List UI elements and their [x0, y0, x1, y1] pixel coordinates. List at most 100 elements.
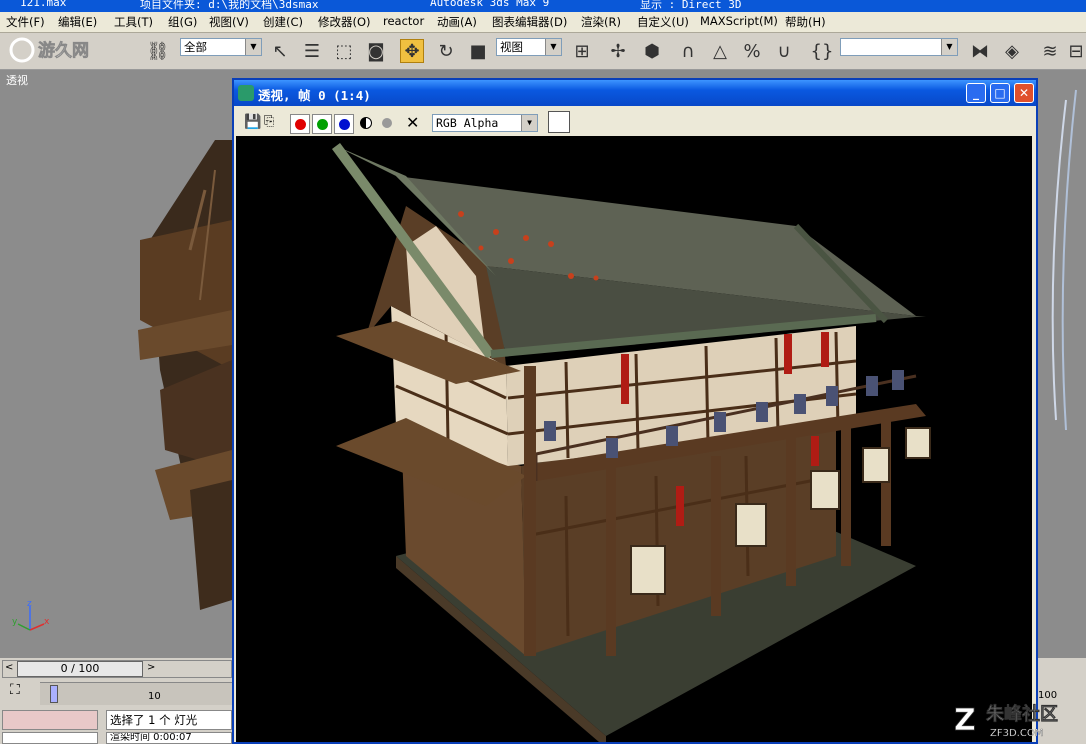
named-selection-dropdown[interactable]: ▼ [840, 38, 958, 56]
reference-coord-value: 视图 [500, 40, 523, 54]
rendered-image [236, 136, 1032, 742]
red-channel-icon [294, 118, 306, 130]
keyboard-shortcut-icon[interactable]: ⬢ [640, 39, 664, 63]
select-scale-icon[interactable]: ■ [466, 39, 490, 63]
minimize-icon[interactable]: _ [966, 83, 986, 103]
maxscript-listener-mini[interactable] [2, 710, 98, 730]
select-move-icon[interactable]: ✥ [400, 39, 424, 63]
alpha-channel-icon[interactable] [360, 117, 372, 129]
command-panel-edge [1036, 70, 1086, 658]
menu-customize[interactable]: 自定义(U) [637, 14, 689, 30]
monochrome-icon[interactable] [382, 118, 392, 128]
axis-tripod-icon: z x y [12, 599, 50, 631]
status-selection: 选择了 1 个 灯光 [106, 710, 232, 730]
zf3d-logo-icon: Z 朱峰社区 ZF3D.COM [954, 703, 1059, 740]
svg-text:y: y [12, 617, 18, 627]
align-icon[interactable]: ◈ [1000, 39, 1024, 63]
menu-create[interactable]: 创建(C) [263, 14, 303, 30]
app-titlebar: 121.max 项目文件夹: d:\我的文档\3dsmax Autodesk 3… [0, 0, 1086, 12]
maximize-icon[interactable]: □ [990, 83, 1010, 103]
menu-animation[interactable]: 动画(A) [437, 14, 477, 30]
mirror-icon[interactable]: ⧓ [968, 39, 992, 63]
maxscript-input[interactable] [2, 732, 98, 744]
menu-modifiers[interactable]: 修改器(O) [318, 14, 371, 30]
svg-text:Z: Z [954, 703, 976, 738]
menu-views[interactable]: 视图(V) [209, 14, 249, 30]
green-channel-icon [316, 118, 328, 130]
pivot-center-icon[interactable]: ⊞ [570, 39, 594, 63]
percent-snap-icon[interactable]: % [740, 39, 764, 63]
menu-reactor[interactable]: reactor [383, 14, 424, 28]
green-channel-toggle[interactable] [312, 114, 332, 134]
render-window-title: 透视, 帧 0 (1:4) [258, 88, 371, 103]
named-selection-icon[interactable]: {} [810, 39, 834, 63]
track-bar-toggle-icon[interactable]: ⛶ [10, 682, 20, 698]
time-slider-thumb[interactable] [50, 685, 58, 703]
menu-file[interactable]: 文件(F) [6, 14, 45, 30]
render-window-icon [238, 85, 254, 101]
blue-channel-icon [338, 118, 350, 130]
select-object-icon[interactable]: ↖ [268, 39, 292, 63]
dropdown-arrow-icon: ▼ [545, 39, 561, 55]
viewport-label[interactable]: 透视 [6, 72, 28, 88]
menu-group[interactable]: 组(G) [168, 14, 197, 30]
snap-3d-icon[interactable]: ∩ [676, 39, 700, 63]
axis-gizmo: z x y [10, 598, 56, 638]
layer-manager-icon[interactable]: ≋ [1038, 39, 1062, 63]
zf3d-watermark: Z 朱峰社区 ZF3D.COM [952, 700, 1082, 740]
reference-coord-dropdown[interactable]: 视图 ▼ [496, 38, 562, 56]
menu-tools[interactable]: 工具(T) [114, 14, 153, 30]
slider-next-icon[interactable]: > [147, 662, 155, 673]
frame-counter[interactable]: 0 / 100 [17, 661, 143, 677]
menu-rendering[interactable]: 渲染(R) [581, 14, 621, 30]
select-manipulate-icon[interactable]: ✢ [606, 39, 630, 63]
svg-text:朱峰社区: 朱峰社区 [986, 703, 1058, 725]
dropdown-arrow-icon: ▼ [245, 39, 261, 55]
rendered-frame-window[interactable]: 透视, 帧 0 (1:4) _ □ ✕ 💾 ⎘ ✕ RGB Alpha ▼ [232, 78, 1038, 744]
close-icon[interactable]: ✕ [1014, 83, 1034, 103]
menu-graph-editors[interactable]: 图表编辑器(D) [492, 14, 567, 30]
time-slider[interactable]: < 0 / 100 > [2, 660, 232, 678]
spinner-snap-icon[interactable]: ∪ [772, 39, 796, 63]
dropdown-arrow-icon: ▼ [521, 115, 537, 131]
menu-edit[interactable]: 编辑(E) [58, 14, 97, 30]
link-icon[interactable]: ⛓ [146, 39, 170, 63]
rect-selection-icon[interactable]: ⬚ [332, 39, 356, 63]
svg-text:z: z [27, 599, 32, 609]
color-swatch[interactable] [548, 111, 570, 133]
red-channel-toggle[interactable] [290, 114, 310, 134]
right-viewport-fragment [1036, 70, 1086, 658]
render-window-titlebar[interactable]: 透视, 帧 0 (1:4) _ □ ✕ [234, 80, 1036, 106]
status-render-time: 渲染时间 0:00:07 [106, 732, 232, 744]
slider-prev-icon[interactable]: < [5, 662, 13, 673]
svg-text:x: x [44, 617, 50, 627]
main-toolbar: 游久网 ⛓ 全部 ▼ ↖ ☰ ⬚ ◙ ✥ ↻ ■ 视图 ▼ ⊞ ✢ ⬢ ∩ △ … [0, 33, 1086, 70]
menu-maxscript[interactable]: MAXScript(M) [700, 14, 778, 28]
clear-icon[interactable]: ✕ [406, 113, 419, 132]
window-crossing-icon[interactable]: ◙ [364, 39, 388, 63]
curve-editor-icon[interactable]: ⊟ [1064, 39, 1086, 63]
timeline-area: < 0 / 100 > ⛶ 10 选择了 1 个 灯光 渲染时间 0:00:07 [0, 658, 232, 744]
app-name: Autodesk 3ds Max 9 [430, 0, 550, 9]
select-rotate-icon[interactable]: ↻ [434, 39, 458, 63]
dropdown-arrow-icon: ▼ [941, 39, 957, 55]
save-image-icon[interactable]: 💾 [244, 114, 261, 130]
angle-snap-icon[interactable]: △ [708, 39, 732, 63]
file-name: 121.max [20, 0, 67, 9]
site-logo: 游久网 [8, 36, 138, 64]
channel-value: RGB Alpha [436, 116, 499, 130]
svg-text:ZF3D.COM: ZF3D.COM [990, 728, 1043, 739]
project-folder: 项目文件夹: d:\我的文档\3dsmax [140, 0, 319, 11]
logo-icon: 游久网 [9, 37, 89, 63]
tick-10: 10 [148, 691, 161, 702]
selection-filter-dropdown[interactable]: 全部 ▼ [180, 38, 262, 56]
select-by-name-icon[interactable]: ☰ [300, 39, 324, 63]
channel-dropdown[interactable]: RGB Alpha ▼ [432, 114, 538, 132]
track-bar[interactable]: 10 [40, 682, 232, 705]
building-render [331, 143, 931, 742]
menu-help[interactable]: 帮助(H) [785, 14, 826, 30]
display-driver: 显示 : Direct 3D [640, 0, 742, 11]
blue-channel-toggle[interactable] [334, 114, 354, 134]
menu-bar: 文件(F) 编辑(E) 工具(T) 组(G) 视图(V) 创建(C) 修改器(O… [0, 12, 1086, 33]
clone-window-icon[interactable]: ⎘ [264, 114, 274, 129]
